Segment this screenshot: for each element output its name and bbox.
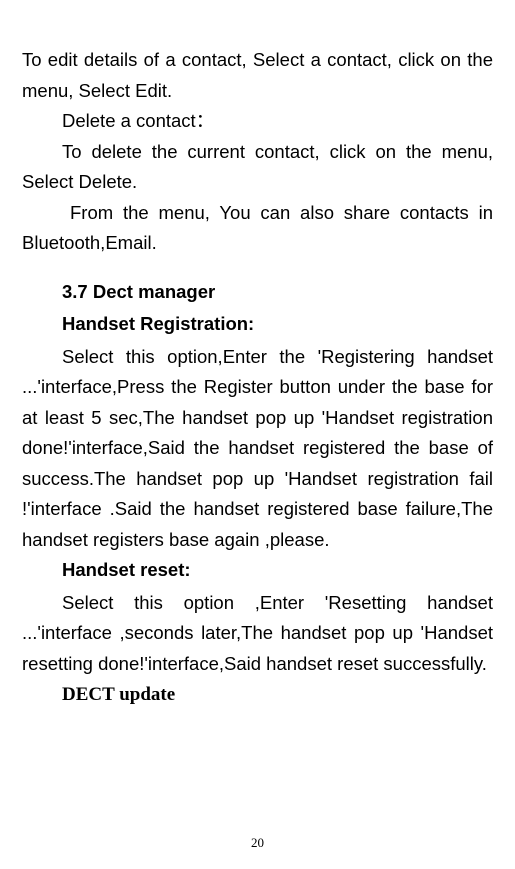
heading-dect-update: DECT update bbox=[22, 679, 493, 710]
section-heading-dect-manager: 3.7 Dect manager bbox=[22, 277, 493, 308]
paragraph-edit-contact: To edit details of a contact, Select a c… bbox=[22, 45, 493, 106]
document-content: To edit details of a contact, Select a c… bbox=[22, 45, 493, 711]
paragraph-delete-heading: Delete a contact： bbox=[22, 106, 493, 137]
page-number: 20 bbox=[0, 835, 515, 851]
paragraph-handset-registration: Select this option,Enter the 'Registerin… bbox=[22, 342, 493, 556]
paragraph-share: From the menu, You can also share contac… bbox=[22, 198, 493, 259]
sub-heading-handset-reset: Handset reset: bbox=[22, 555, 493, 586]
paragraph-delete-body: To delete the current contact, click on … bbox=[22, 137, 493, 198]
sub-heading-handset-registration: Handset Registration: bbox=[22, 309, 493, 340]
paragraph-handset-reset: Select this option ,Enter 'Resetting han… bbox=[22, 588, 493, 680]
